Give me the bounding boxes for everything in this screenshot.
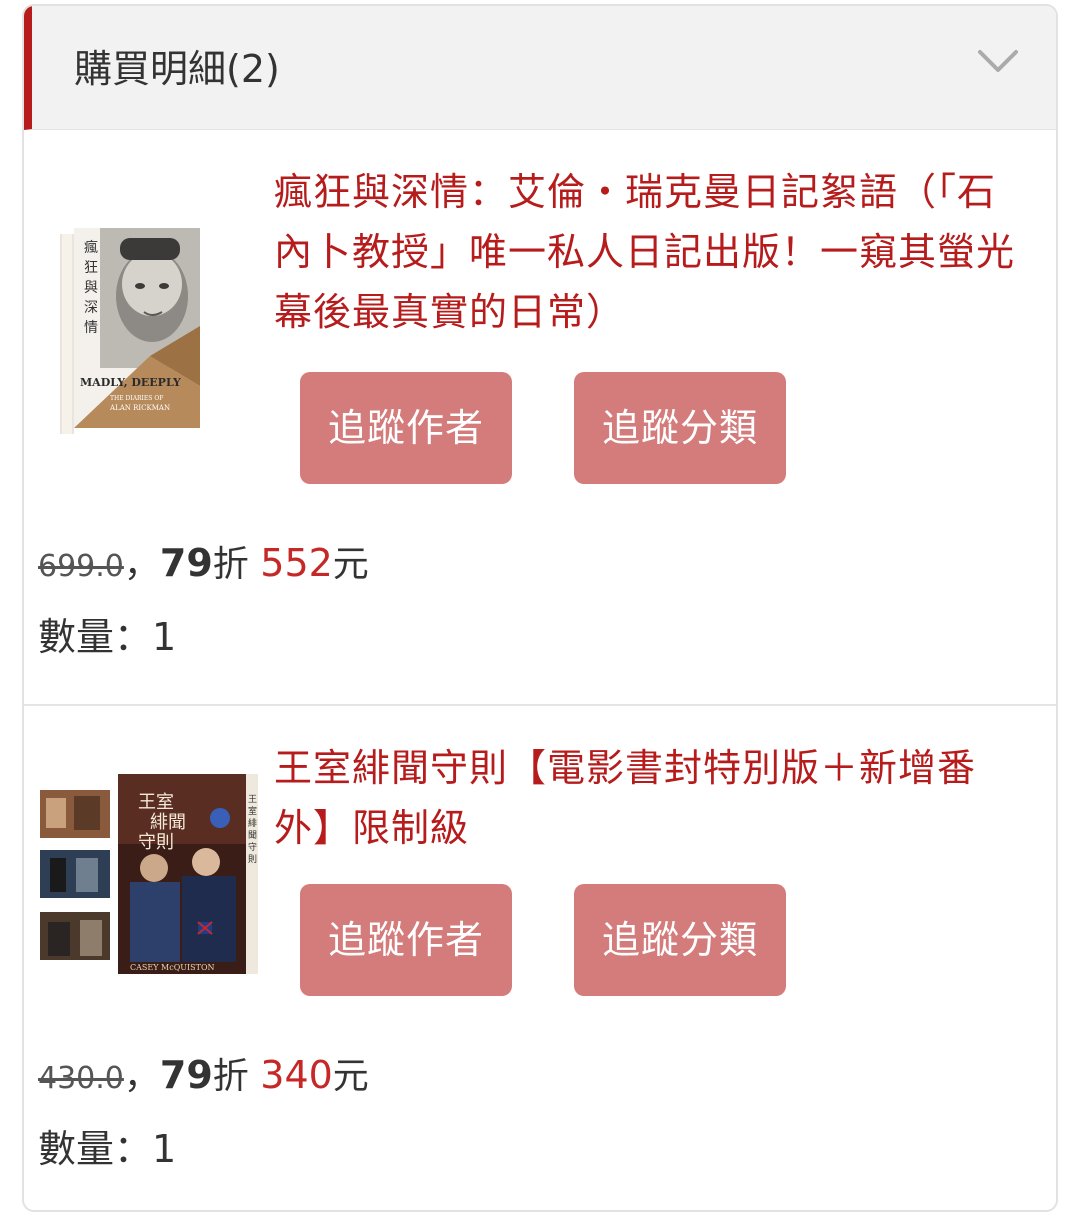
quantity-line: 數量：1: [38, 612, 176, 662]
svg-text:室: 室: [248, 805, 257, 817]
price-separator: ，: [123, 1056, 160, 1097]
svg-text:緋: 緋: [248, 817, 257, 829]
discount-unit: 折: [212, 544, 249, 585]
final-price: 340: [260, 1053, 333, 1097]
svg-text:王: 王: [248, 794, 257, 805]
book-cover-image[interactable]: 王室 緋聞 守則 CASEY McQUISTON 王 室 緋 聞 守 則: [40, 772, 260, 976]
svg-text:王室: 王室: [138, 792, 174, 813]
currency-label: 元: [332, 1056, 369, 1097]
price-line: 699.0，79折 552元: [38, 538, 369, 592]
discount-rate: 79: [159, 1053, 213, 1097]
discount-rate: 79: [159, 541, 213, 585]
quantity-label: 數量：: [38, 1127, 153, 1171]
discount-unit: 折: [212, 1056, 249, 1097]
final-price: 552: [260, 541, 333, 585]
chevron-down-icon[interactable]: [974, 36, 1022, 84]
quantity-value: 1: [152, 615, 177, 659]
quantity-value: 1: [152, 1127, 177, 1171]
follow-author-button[interactable]: 追蹤作者: [300, 372, 512, 484]
follow-category-button[interactable]: 追蹤分類: [574, 884, 786, 996]
cover-title-en: MADLY, DEEPLY: [80, 376, 181, 389]
svg-text:聞: 聞: [248, 830, 257, 841]
quantity-label: 數量：: [38, 615, 153, 659]
price-line: 430.0，79折 340元: [38, 1050, 369, 1104]
svg-text:則: 則: [248, 854, 257, 865]
svg-text:情: 情: [84, 320, 98, 336]
svg-text:狂: 狂: [84, 260, 98, 276]
purchase-details-panel: 購買明細(2) 瘋 狂 與 深 情 MADLY, DEEPLY THE DIAR…: [22, 4, 1058, 1212]
follow-author-button[interactable]: 追蹤作者: [300, 884, 512, 996]
cover-author-en: CASEY McQUISTON: [130, 963, 215, 972]
purchase-details-title: 購買明細(2): [74, 47, 280, 91]
book-cover-image[interactable]: 瘋 狂 與 深 情 MADLY, DEEPLY THE DIARIES OF A…: [40, 226, 210, 436]
book-title-link[interactable]: 瘋狂與深情：艾倫・瑞克曼日記絮語（「石內卜教授」唯一私人日記出版！一窺其螢光幕後…: [274, 162, 1034, 342]
svg-text:守: 守: [248, 841, 257, 853]
original-price: 430.0: [38, 1061, 124, 1096]
svg-text:緋聞: 緋聞: [150, 812, 186, 833]
cover-title-char: 瘋: [84, 239, 98, 256]
quantity-line: 數量：1: [38, 1124, 176, 1174]
svg-text:與: 與: [84, 280, 98, 296]
svg-text:深: 深: [84, 300, 98, 316]
book-title-link[interactable]: 王室緋聞守則【電影書封特別版＋新增番外】限制級: [274, 738, 1034, 858]
cover-subtitle-en: THE DIARIES OF: [110, 395, 163, 402]
purchase-details-header[interactable]: 購買明細(2): [24, 6, 1056, 130]
svg-text:守則: 守則: [138, 832, 174, 853]
order-item: 王室 緋聞 守則 CASEY McQUISTON 王 室 緋 聞 守 則 王室緋…: [24, 706, 1056, 1210]
follow-category-button[interactable]: 追蹤分類: [574, 372, 786, 484]
original-price: 699.0: [38, 549, 124, 584]
price-separator: ，: [123, 544, 160, 585]
order-item: 瘋 狂 與 深 情 MADLY, DEEPLY THE DIARIES OF A…: [24, 130, 1056, 706]
currency-label: 元: [332, 544, 369, 585]
cover-author-en: ALAN RICKMAN: [109, 404, 170, 412]
